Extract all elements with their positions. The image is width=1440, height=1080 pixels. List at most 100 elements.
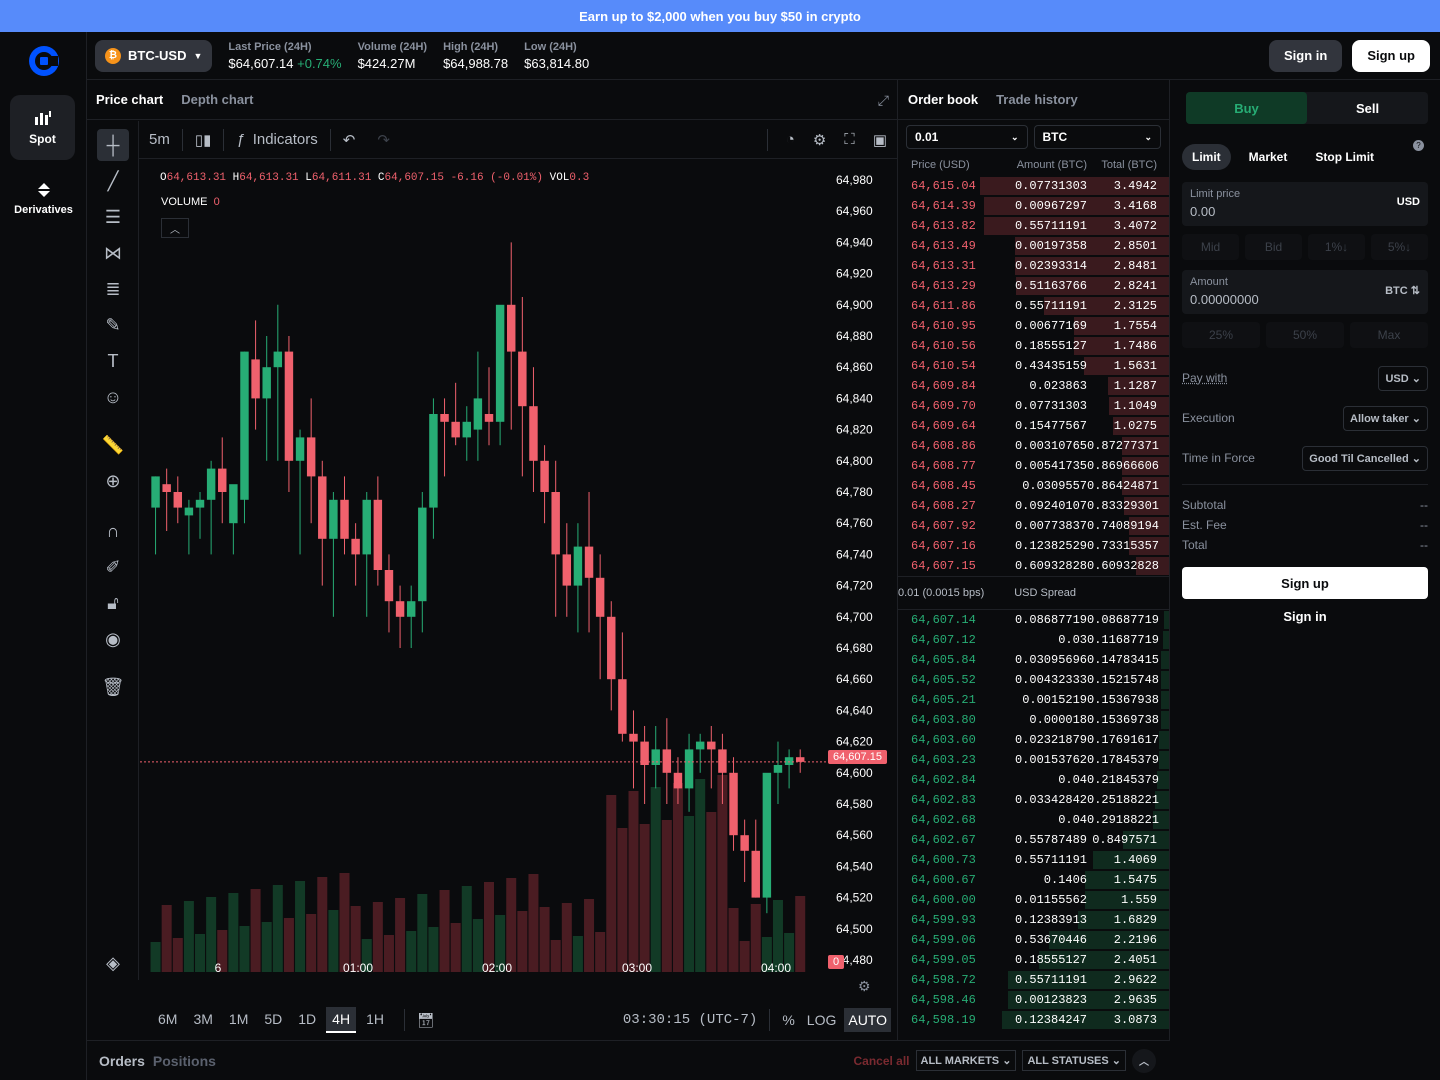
candle-body[interactable] bbox=[429, 414, 438, 508]
statuses-filter[interactable]: ALL STATUSES ⌄ bbox=[1022, 1050, 1126, 1071]
bid-row[interactable]: 64,600.00 0.01155562 1.559 bbox=[898, 890, 1169, 910]
candle-body[interactable] bbox=[473, 398, 483, 430]
chevron-up-icon[interactable]: ︿ bbox=[1132, 1048, 1156, 1073]
chip-mid[interactable]: Mid bbox=[1182, 234, 1239, 260]
candle-body[interactable] bbox=[584, 546, 594, 578]
candle-type-icon[interactable]: ▯▮ bbox=[195, 131, 212, 149]
candle-body[interactable] bbox=[306, 437, 316, 477]
ask-row[interactable]: 64,614.39 0.00967297 3.4168 bbox=[898, 196, 1169, 216]
trash-icon[interactable]: 🗑︎ bbox=[97, 671, 129, 703]
bid-row[interactable]: 64,602.67 0.55787489 0.8497571 bbox=[898, 830, 1169, 850]
fullscreen-icon[interactable]: ⛶ bbox=[844, 131, 855, 148]
chip-25pct[interactable]: 25% bbox=[1182, 322, 1260, 348]
candle-body[interactable] bbox=[373, 499, 383, 570]
bid-row[interactable]: 64,605.21 0.0015219 0.15367938 bbox=[898, 690, 1169, 710]
brush-icon[interactable]: ✎ bbox=[97, 309, 129, 341]
pattern-icon[interactable]: ⋈ bbox=[97, 237, 129, 269]
ask-row[interactable]: 64,610.95 0.00677169 1.7554 bbox=[898, 316, 1169, 336]
redo-icon[interactable]: ↷ bbox=[377, 131, 390, 149]
amount-field[interactable]: Amount 0.00000000 BTC ⇅ bbox=[1182, 270, 1428, 314]
tab-positions[interactable]: Positions bbox=[153, 1053, 216, 1069]
bid-row[interactable]: 64,600.67 0.1406 1.5475 bbox=[898, 870, 1169, 890]
ask-row[interactable]: 64,613.29 0.51163766 2.8241 bbox=[898, 276, 1169, 296]
ask-row[interactable]: 64,615.04 0.07731303 3.4942 bbox=[898, 176, 1169, 196]
utc-clock[interactable]: 03:30:15 (UTC-7) bbox=[623, 1012, 757, 1028]
date-range-icon[interactable]: 📅︎ bbox=[417, 1012, 435, 1029]
ask-row[interactable]: 64,609.70 0.07731303 1.1049 bbox=[898, 396, 1169, 416]
horizontal-lines-icon[interactable]: ☰ bbox=[97, 201, 129, 233]
candle-body[interactable] bbox=[329, 499, 338, 539]
help-icon[interactable]: ? bbox=[1413, 140, 1424, 151]
ask-row[interactable]: 64,607.92 0.00773837 0.74089194 bbox=[898, 516, 1169, 536]
bid-row[interactable]: 64,602.68 0.04 0.29188221 bbox=[898, 810, 1169, 830]
ask-row[interactable]: 64,607.16 0.12382529 0.73315357 bbox=[898, 536, 1169, 556]
bid-row[interactable]: 64,600.73 0.55711191 1.4069 bbox=[898, 850, 1169, 870]
collapse-legend-button[interactable]: ︿ bbox=[161, 218, 189, 238]
candle-body[interactable] bbox=[651, 749, 660, 765]
text-icon[interactable]: T bbox=[97, 345, 129, 377]
undo-icon[interactable]: ↶ bbox=[343, 131, 356, 149]
candle-body[interactable] bbox=[284, 351, 294, 461]
candle-body[interactable] bbox=[762, 772, 772, 898]
candle-body[interactable] bbox=[162, 484, 171, 492]
lock-icon[interactable]: 🔓︎ bbox=[97, 587, 129, 619]
increment-select[interactable]: 0.01 ⌄ bbox=[906, 125, 1028, 149]
chip-max[interactable]: Max bbox=[1350, 322, 1428, 348]
candle-body[interactable] bbox=[707, 741, 716, 750]
chip-1pct[interactable]: 1%↓ bbox=[1308, 234, 1365, 260]
ask-row[interactable]: 64,613.82 0.55711191 3.4072 bbox=[898, 216, 1169, 236]
bid-row[interactable]: 64,603.23 0.00153762 0.17845379 bbox=[898, 750, 1169, 770]
candle-body[interactable] bbox=[229, 484, 238, 524]
zoom-in-icon[interactable]: ⊕ bbox=[97, 465, 129, 497]
interval-selector[interactable]: 5m bbox=[149, 131, 170, 148]
candle-body[interactable] bbox=[362, 499, 371, 555]
candle-body[interactable] bbox=[295, 437, 305, 461]
amount-unit[interactable]: BTC ⇅ bbox=[1385, 284, 1420, 297]
candle-body[interactable] bbox=[784, 757, 794, 765]
bid-row[interactable]: 64,599.05 0.18555127 2.4051 bbox=[898, 950, 1169, 970]
function-icon[interactable]: ƒ bbox=[236, 131, 244, 148]
candle-body[interactable] bbox=[206, 468, 216, 500]
limit-price-field[interactable]: Limit price 0.00 USD bbox=[1182, 182, 1428, 226]
order-type-stop-limit[interactable]: Stop Limit bbox=[1305, 144, 1384, 170]
coinbase-logo[interactable] bbox=[27, 44, 61, 78]
trade-signup-button[interactable]: Sign up bbox=[1182, 567, 1428, 599]
candle-body[interactable] bbox=[495, 304, 505, 422]
cancel-all-button[interactable]: Cancel all bbox=[853, 1054, 909, 1068]
candle-body[interactable] bbox=[607, 616, 616, 680]
ask-row[interactable]: 64,613.49 0.00197358 2.8501 bbox=[898, 236, 1169, 256]
pencil-lock-icon[interactable]: ✐ bbox=[97, 551, 129, 583]
candle-body[interactable] bbox=[673, 772, 683, 789]
sell-tab[interactable]: Sell bbox=[1307, 92, 1428, 124]
smiley-icon[interactable]: ☺ bbox=[97, 381, 129, 413]
candle-body[interactable] bbox=[507, 304, 516, 352]
bid-row[interactable]: 64,598.19 0.12384247 3.0873 bbox=[898, 1010, 1169, 1030]
candle-body[interactable] bbox=[662, 749, 672, 773]
markets-filter[interactable]: ALL MARKETS ⌄ bbox=[915, 1050, 1017, 1071]
candle-body[interactable] bbox=[529, 406, 538, 461]
order-type-market[interactable]: Market bbox=[1239, 144, 1298, 170]
candle-body[interactable] bbox=[751, 850, 760, 898]
signup-button[interactable]: Sign up bbox=[1352, 39, 1430, 72]
candle-body[interactable] bbox=[384, 570, 394, 602]
bid-row[interactable]: 64,607.14 0.08687719 0.08687719 bbox=[898, 610, 1169, 630]
ask-row[interactable]: 64,608.27 0.09240107 0.83329301 bbox=[898, 496, 1169, 516]
timeframe-3m[interactable]: 3M bbox=[187, 1007, 218, 1033]
candle-body[interactable] bbox=[695, 741, 705, 750]
candle-body[interactable] bbox=[440, 414, 449, 422]
axis-settings-icon[interactable]: ⚙ bbox=[858, 978, 871, 995]
candle-body[interactable] bbox=[618, 679, 627, 734]
camera-icon[interactable]: ▣ bbox=[873, 131, 887, 149]
candle-body[interactable] bbox=[773, 765, 783, 773]
candle-body[interactable] bbox=[484, 414, 494, 422]
tab-order-book[interactable]: Order book bbox=[908, 92, 978, 107]
timeframe-6m[interactable]: 6M bbox=[152, 1007, 183, 1033]
replay-icon[interactable]: ◔ bbox=[786, 131, 795, 148]
tab-depth-chart[interactable]: Depth chart bbox=[181, 92, 253, 107]
layers-icon[interactable]: ◈ bbox=[97, 947, 129, 979]
candle-body[interactable] bbox=[251, 359, 260, 399]
candle-body[interactable] bbox=[195, 499, 205, 508]
bid-row[interactable]: 64,605.84 0.03095696 0.14783415 bbox=[898, 650, 1169, 670]
candle-body[interactable] bbox=[729, 772, 738, 836]
unit-select[interactable]: BTC ⌄ bbox=[1033, 125, 1161, 149]
